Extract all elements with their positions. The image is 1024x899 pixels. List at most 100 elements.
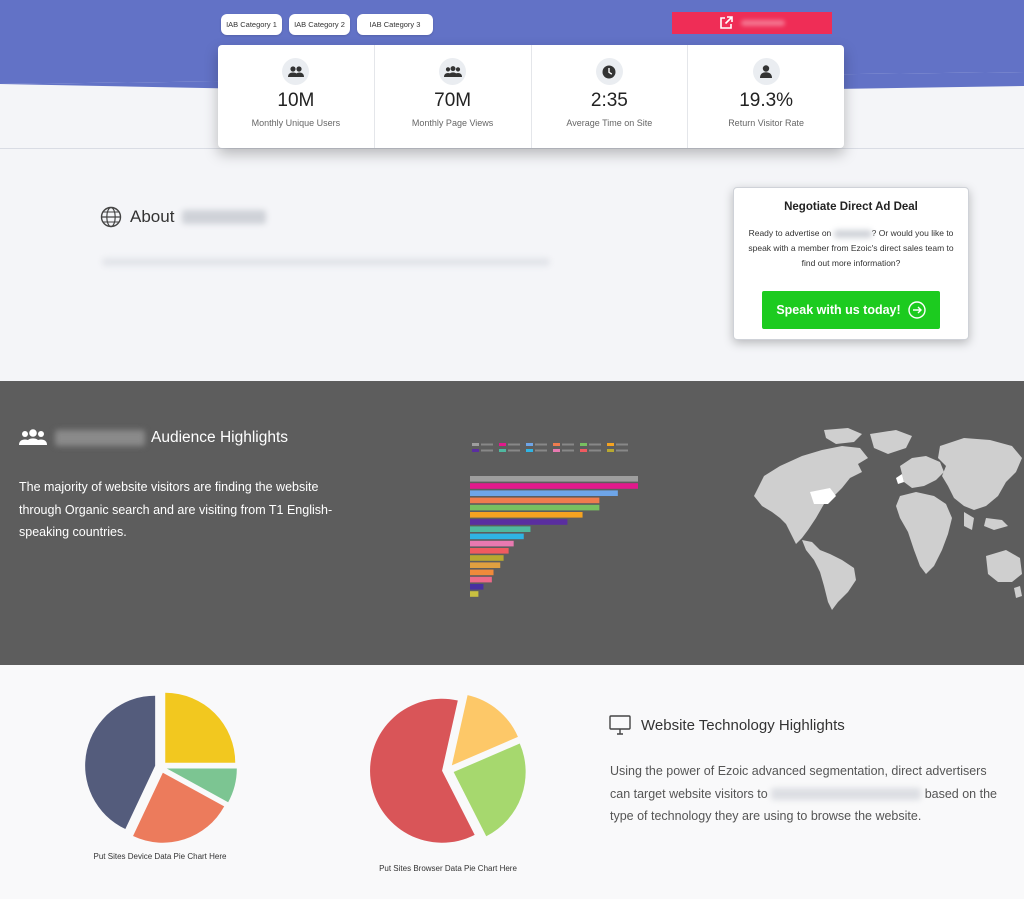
stat-label: Monthly Unique Users (251, 118, 341, 128)
redacted-site-name (182, 210, 267, 224)
bar (470, 490, 618, 496)
legend-label (508, 443, 520, 446)
about-title: About (130, 207, 175, 226)
legend-label (589, 443, 601, 446)
bar (470, 569, 494, 576)
bar (470, 584, 484, 590)
legend-swatch (499, 449, 506, 452)
legend-label (508, 449, 520, 452)
world-map (754, 428, 1022, 610)
bar (470, 548, 509, 554)
bar (470, 512, 583, 518)
pie-slice (85, 695, 156, 830)
bar-group (470, 476, 638, 597)
legend-label (535, 443, 547, 446)
legend-swatch (499, 443, 506, 446)
stat-page-views: 70M Monthly Page Views (375, 45, 532, 148)
legend-swatch (472, 449, 479, 452)
bar (470, 526, 531, 532)
bar (470, 555, 504, 561)
bar (470, 483, 638, 489)
bar (470, 562, 501, 568)
legend-swatch (553, 449, 560, 452)
stat-time-on-site: 2:35 Average Time on Site (532, 45, 689, 148)
legend-swatch (526, 449, 533, 452)
browser-chart-caption: Put Sites Browser Data Pie Chart Here (379, 864, 517, 873)
legend-label (481, 449, 493, 452)
stats-card: 10M Monthly Unique Users 70M Monthly Pag… (218, 45, 844, 148)
bar (470, 576, 492, 583)
legend-label (562, 449, 574, 452)
redacted-text (741, 20, 785, 26)
bar (470, 533, 524, 540)
device-chart-caption: Put Sites Device Data Pie Chart Here (93, 852, 227, 861)
hero-divider (0, 148, 1024, 149)
users-icon (282, 58, 310, 85)
audience-title: Audience Highlights (151, 429, 289, 446)
deal-text: Ready to advertise on ? Or would you lik… (748, 226, 954, 271)
audience-heading: Audience Highlights (19, 429, 288, 447)
deal-title: Negotiate Direct Ad Deal (784, 201, 918, 213)
legend-swatch (580, 449, 587, 452)
legend-label (535, 449, 547, 452)
legend-label (616, 449, 628, 452)
speak-button-label: Speak with us today! (776, 303, 901, 317)
stat-value: 10M (277, 90, 315, 111)
legend-swatch (607, 449, 614, 452)
audience-description: The majority of website visitors are fin… (19, 480, 333, 539)
bar (470, 540, 514, 547)
legend-swatch (553, 443, 560, 446)
bar (470, 497, 600, 504)
legend-swatch (472, 443, 479, 446)
technology-title: Website Technology Highlights (641, 716, 845, 734)
deal-text-start: Ready to advertise on (748, 228, 832, 238)
redacted-site-name (55, 430, 145, 446)
stat-monthly-users: 10M Monthly Unique Users (218, 45, 375, 148)
legend-label (562, 443, 574, 446)
users-group-icon (439, 58, 467, 85)
device-pie-chart (85, 692, 237, 843)
redacted-site-name (771, 788, 922, 801)
audience-section: Audience Highlights The majority of webs… (0, 381, 1024, 665)
globe-icon (100, 206, 122, 228)
stat-value: 2:35 (590, 90, 628, 111)
stat-label: Monthly Page Views (411, 118, 494, 128)
pie-slice (165, 692, 236, 763)
arrow-circle-right-icon (907, 301, 926, 319)
legend-label (616, 443, 628, 446)
speak-with-us-button[interactable]: Speak with us today! (762, 291, 940, 329)
stat-value: 70M (434, 90, 472, 111)
bar (470, 504, 600, 511)
monitor-icon (609, 715, 631, 735)
bar (470, 591, 479, 597)
technology-description: Using the power of Ezoic advanced segmen… (610, 760, 1000, 828)
clock-icon (595, 58, 623, 85)
stat-label: Return Visitor Rate (728, 118, 805, 128)
about-heading: About (100, 206, 267, 228)
iab-category-pill[interactable]: IAB Category 1 (221, 14, 282, 35)
technology-heading: Website Technology Highlights (609, 715, 845, 735)
redacted-description (102, 258, 550, 266)
iab-category-pill[interactable]: IAB Category 2 (289, 14, 350, 35)
stat-label: Average Time on Site (566, 118, 653, 128)
external-link-button[interactable] (672, 12, 832, 34)
stat-value: 19.3% (739, 90, 794, 111)
technology-section: Put Sites Device Data Pie Chart Here Put… (0, 665, 1024, 899)
user-icon (752, 58, 780, 85)
redacted-site-name (833, 229, 872, 238)
traffic-source-bar-chart (470, 443, 638, 597)
external-link-icon (720, 16, 733, 29)
legend-swatch (607, 443, 614, 446)
legend-swatch (526, 443, 533, 446)
browser-pie-chart (370, 695, 526, 843)
legend-label (589, 449, 601, 452)
legend-label (481, 443, 493, 446)
chart-legend (472, 443, 628, 452)
users-group-icon (19, 429, 47, 445)
stat-return-rate: 19.3% Return Visitor Rate (688, 45, 844, 148)
direct-deal-card: Negotiate Direct Ad Deal Ready to advert… (733, 187, 969, 340)
bar (470, 476, 638, 482)
iab-category-pill[interactable]: IAB Category 3 (357, 14, 433, 35)
legend-swatch (580, 443, 587, 446)
bar (470, 519, 568, 525)
